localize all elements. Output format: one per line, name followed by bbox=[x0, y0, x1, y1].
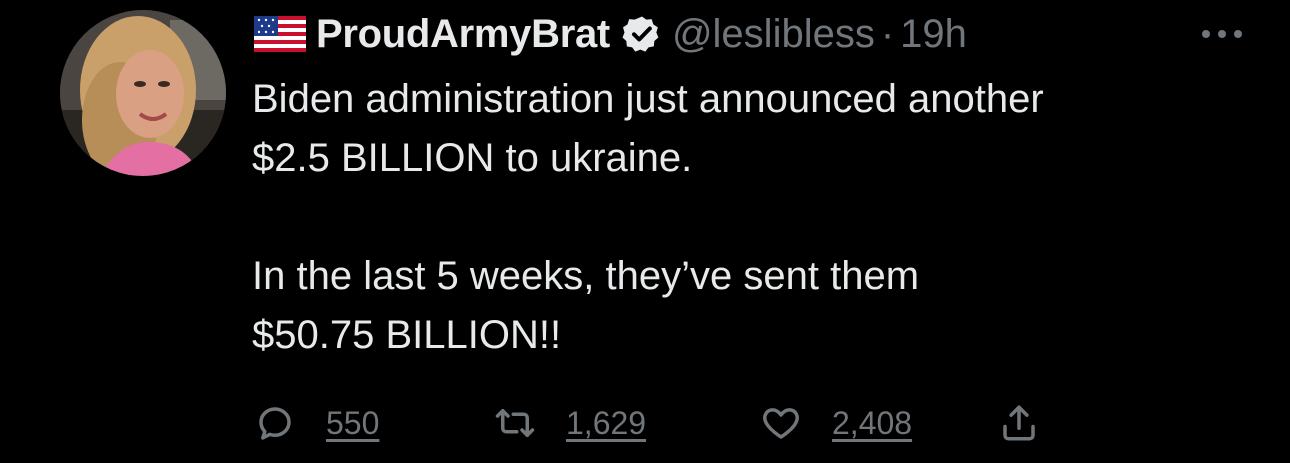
tweet-text-line: $2.5 BILLION to ukraine. bbox=[252, 136, 693, 180]
tweet-header: ProudArmyBrat @leslibless · 19h bbox=[254, 8, 1244, 60]
display-name[interactable]: ProudArmyBrat bbox=[316, 12, 610, 57]
user-handle[interactable]: @leslibless bbox=[672, 12, 875, 57]
like-count[interactable]: 2,408 bbox=[832, 405, 912, 442]
tweet-actions: 550 1,629 2,408 bbox=[254, 398, 1074, 448]
share-icon bbox=[998, 402, 1040, 444]
tweet-text-line: Biden administration just announced anot… bbox=[252, 77, 1044, 121]
more-options-icon[interactable] bbox=[1200, 28, 1244, 40]
separator-dot: · bbox=[880, 11, 895, 56]
us-flag-icon bbox=[254, 16, 306, 52]
reply-button[interactable]: 550 bbox=[254, 398, 379, 448]
retweet-count[interactable]: 1,629 bbox=[566, 405, 646, 442]
avatar[interactable] bbox=[60, 10, 226, 176]
retweet-icon bbox=[494, 402, 536, 444]
like-button[interactable]: 2,408 bbox=[760, 398, 912, 448]
tweet-text: Biden administration just announced anot… bbox=[252, 70, 1262, 365]
retweet-button[interactable]: 1,629 bbox=[494, 398, 646, 448]
share-button[interactable] bbox=[998, 398, 1040, 448]
verified-badge-icon[interactable] bbox=[622, 14, 662, 54]
reply-count[interactable]: 550 bbox=[326, 405, 379, 442]
timestamp[interactable]: 19h bbox=[900, 12, 967, 57]
reply-icon bbox=[254, 402, 296, 444]
tweet-text-line: In the last 5 weeks, they’ve sent them bbox=[252, 254, 920, 298]
tweet-text-line: $50.75 BILLION!! bbox=[252, 313, 562, 357]
heart-icon bbox=[760, 402, 802, 444]
